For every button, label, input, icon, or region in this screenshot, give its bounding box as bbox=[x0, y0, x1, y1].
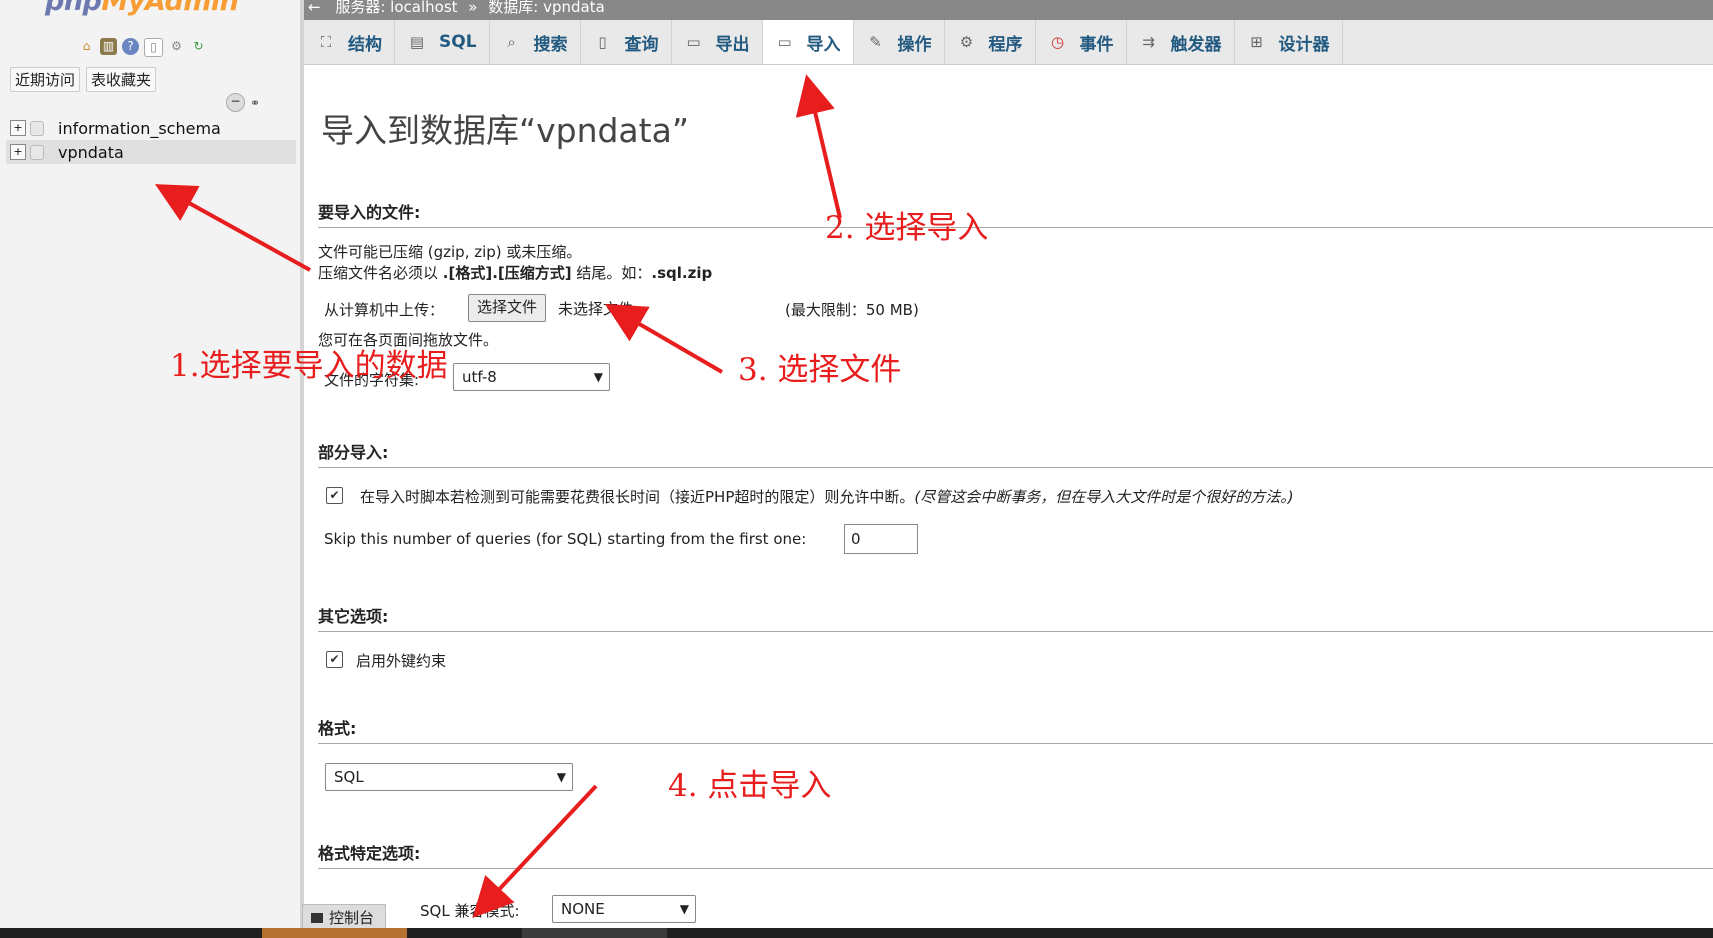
arrow-to-file-chooser bbox=[605, 303, 724, 374]
annotation-step-2: 2. 选择导入 bbox=[825, 210, 989, 246]
arrow-to-import-button bbox=[472, 784, 598, 918]
annotation-step-3: 3. 选择文件 bbox=[738, 352, 902, 388]
annotation-step-4: 4. 点击导入 bbox=[668, 768, 832, 804]
arrow-to-import-tab bbox=[795, 74, 842, 219]
arrow-to-vpndata bbox=[155, 184, 311, 272]
annotation-step-1: 1.选择要导入的数据 bbox=[170, 348, 448, 384]
annotation-arrows bbox=[155, 74, 842, 918]
